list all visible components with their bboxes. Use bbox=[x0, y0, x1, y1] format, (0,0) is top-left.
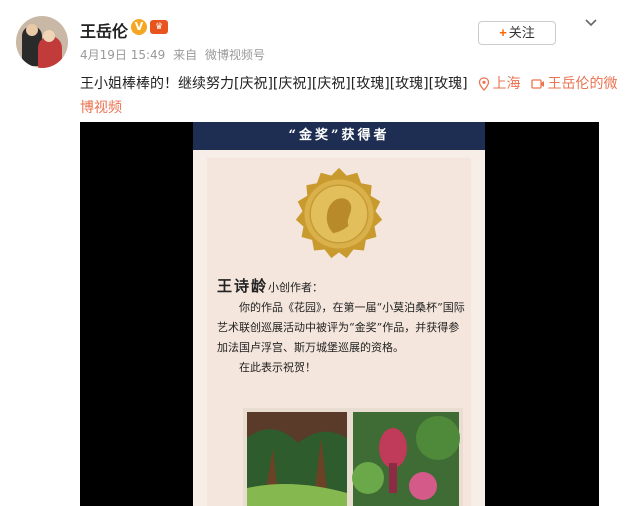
poster-header: “金奖”获得者 bbox=[193, 122, 485, 150]
post-source[interactable]: 微博视频号 bbox=[205, 48, 265, 62]
location-link[interactable]: 上海 bbox=[493, 76, 521, 92]
poster-body: 王诗龄小创作者： 你的作品《花园》，在第一届“小莫泊桑杯”国际艺术联创巡展活动中… bbox=[217, 276, 467, 378]
vip-crown-icon: ♛ bbox=[150, 20, 168, 34]
post-meta: 4月19日 15:49 来自 微博视频号 bbox=[80, 46, 269, 63]
certificate-poster: “金奖”获得者 王诗龄小创作者： 你的作品《花园》，在第一届“小莫泊桑杯”国际艺… bbox=[193, 122, 485, 506]
verified-icon: V bbox=[131, 19, 147, 35]
congrats-text: 在此表示祝贺！ bbox=[239, 361, 316, 374]
recipient-suffix: 小创作者： bbox=[268, 281, 324, 294]
avatar[interactable] bbox=[16, 16, 68, 68]
avatar-figure bbox=[26, 24, 38, 36]
username[interactable]: 王岳伦 bbox=[80, 18, 128, 42]
poster-content: 王诗龄小创作者： 你的作品《花园》，在第一届“小莫泊桑杯”国际艺术联创巡展活动中… bbox=[207, 158, 471, 506]
post-time[interactable]: 4月19日 15:49 bbox=[80, 48, 165, 62]
video-icon bbox=[530, 79, 544, 89]
artwork-image bbox=[243, 408, 463, 506]
recipient-name: 王诗龄 bbox=[217, 277, 269, 295]
plus-icon: + bbox=[499, 25, 507, 40]
follow-label: 关注 bbox=[508, 25, 535, 40]
post-text: 王小姐棒棒的！继续努力[庆祝][庆祝][庆祝][玫瑰][玫瑰][玫瑰] 上海 王岳伦… bbox=[80, 72, 620, 120]
follow-button[interactable]: + 关注 bbox=[478, 21, 556, 45]
video-player[interactable]: “金奖”获得者 王诗龄小创作者： 你的作品《花园》，在第一届“小莫泊桑杯”国际艺… bbox=[80, 122, 599, 506]
source-prefix: 来自 bbox=[173, 48, 198, 62]
post-body: 王小姐棒棒的！继续努力[庆祝][庆祝][庆祝][玫瑰][玫瑰][玫瑰] bbox=[80, 76, 468, 92]
award-text: 你的作品《花园》，在第一届“小莫泊桑杯”国际艺术联创巡展活动中被评为“金奖”作品… bbox=[217, 301, 465, 354]
location-pin-icon bbox=[478, 77, 489, 91]
gold-medal-icon bbox=[295, 167, 383, 259]
avatar-figure bbox=[43, 30, 55, 42]
chevron-down-icon[interactable] bbox=[584, 16, 598, 30]
